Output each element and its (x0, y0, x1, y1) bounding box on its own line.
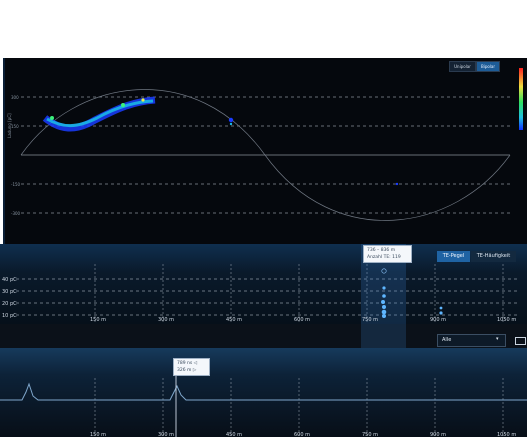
tooltip-count: Anzahl TE: 119 (367, 255, 401, 260)
pd-map-plot (16, 244, 520, 324)
pd-map-panel: TE-Pegel TE-Häufigkeit 40 pC 30 pC 20 pC… (0, 244, 527, 324)
x-tick-label: 450 m (226, 317, 243, 323)
cursor-time: 789 ns ◁ (177, 361, 198, 366)
x-tick-label: 1050 m (497, 432, 517, 438)
selection-tooltip: 736 – 836 m Anzahl TE: 119 (363, 245, 412, 263)
tooltip-range: 736 – 836 m (367, 248, 396, 253)
x-tick-label: 1050 m (497, 317, 517, 323)
filter-bar: Alle ▾ (0, 324, 527, 348)
color-scale (519, 68, 523, 130)
trace-plot (0, 372, 527, 437)
selection-highlight-continuation (361, 324, 406, 348)
chevron-down-icon: ▾ (496, 336, 499, 342)
filter-select[interactable]: Alle ▾ (437, 334, 506, 347)
x-tick-label: 750 m (362, 432, 379, 438)
x-tick-label: 450 m (226, 432, 243, 438)
cursor-distance: 326 m ▷ (177, 368, 197, 373)
x-tick-label: 900 m (430, 432, 447, 438)
cursor-tooltip: 789 ns ◁ 326 m ▷ (173, 358, 210, 376)
x-tick-label: 150 m (90, 432, 107, 438)
x-tick-label: 600 m (294, 317, 311, 323)
pd-cluster (42, 96, 399, 186)
x-tick-label: 300 m (158, 317, 175, 323)
x-tick-label: 150 m (90, 317, 107, 323)
trace-line (0, 382, 527, 401)
window-icon[interactable] (515, 337, 526, 345)
prpd-panel: Unipolar Bipolar Ladung [pC] 300 150 -15… (3, 58, 527, 244)
trace-panel: 789 ns ◁ 326 m ▷ 150 m 300 m 450 m 600 m… (0, 348, 527, 438)
x-tick-label: 300 m (158, 432, 175, 438)
x-tick-label: 900 m (430, 317, 447, 323)
filter-select-value: Alle (442, 337, 452, 343)
x-tick-label: 750 m (362, 317, 379, 323)
prpd-plot (20, 68, 523, 221)
x-tick-label: 600 m (294, 432, 311, 438)
